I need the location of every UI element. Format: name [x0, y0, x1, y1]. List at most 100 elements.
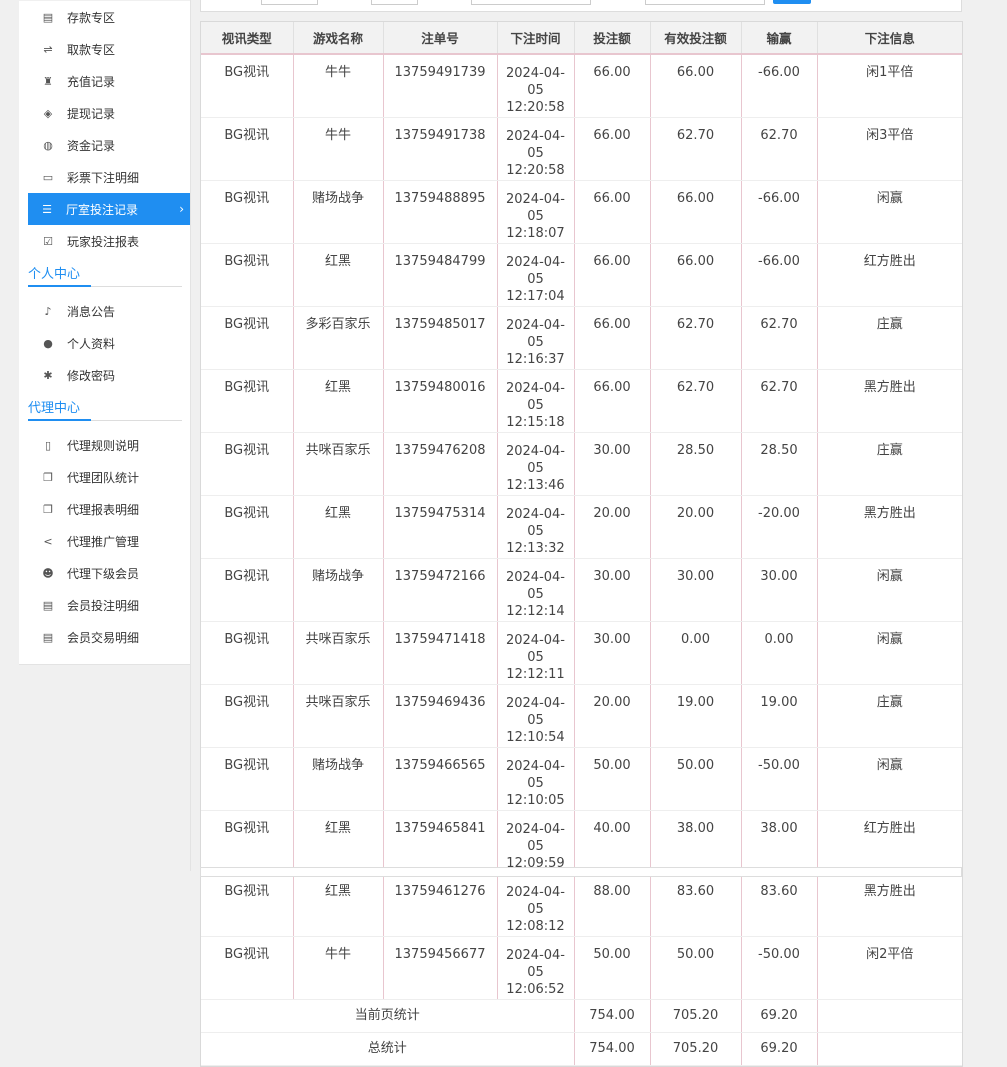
bet-date: 2024-04-05	[505, 192, 565, 224]
table-cell: BG视讯	[201, 369, 294, 433]
user-icon: ●	[43, 336, 53, 350]
moneybag-icon: ♜	[43, 74, 53, 88]
bet-date: 2024-04-05	[505, 318, 565, 350]
table-cell: 共咪百家乐	[293, 684, 384, 748]
bet-clock: 12:16:37	[506, 352, 565, 367]
summary-empty	[817, 1032, 962, 1066]
summary-valid: 705.20	[650, 1032, 742, 1066]
column-header[interactable]: 视讯类型	[201, 22, 294, 55]
bet-date: 2024-04-05	[505, 66, 565, 98]
bet-date: 2024-04-05	[505, 948, 565, 980]
table-cell: 38.00	[741, 810, 818, 874]
sidebar-item[interactable]: ☰ 厅室投注记录 ›	[28, 193, 190, 225]
table-cell: 13759472166	[383, 558, 498, 622]
table-row: BG视讯 红黑 13759475314 2024-04-05 12:13:32 20.00…	[201, 495, 962, 559]
table-cell: 庄赢	[817, 684, 962, 748]
section-divider-accent	[28, 419, 91, 421]
sidebar-item-label: 取款专区	[67, 42, 116, 57]
table-cell: 62.70	[650, 117, 742, 181]
sidebar-item[interactable]: ☑ 玩家投注报表	[19, 225, 190, 257]
sidebar-item[interactable]: ❐ 代理报表明细	[19, 493, 190, 525]
sidebar-item[interactable]: ● 个人资料	[19, 327, 190, 359]
table-cell: 62.70	[650, 306, 742, 370]
table-row: BG视讯 共咪百家乐 13759476208 2024-04-05 12:13:46 30…	[201, 432, 962, 496]
sidebar-item[interactable]: ✱ 修改密码	[19, 359, 190, 391]
bet-clock: 12:10:05	[506, 793, 565, 808]
table-cell: BG视讯	[201, 621, 294, 685]
table-cell: 13759471418	[383, 621, 498, 685]
tag-icon: ◈	[43, 106, 53, 120]
table-cell: 13759491739	[383, 54, 498, 118]
column-header[interactable]: 输赢	[741, 22, 818, 55]
withdraw-icon: ⇌	[43, 42, 53, 56]
sidebar-item[interactable]: ▤ 会员交易明细	[19, 621, 190, 653]
sidebar-item[interactable]: ▤ 存款专区	[19, 1, 190, 33]
column-header[interactable]: 投注额	[574, 22, 651, 55]
table-cell: 赌场战争	[293, 180, 384, 244]
bet-time-cell: 2024-04-05 12:20:58	[497, 117, 575, 181]
table-cell: 红黑	[293, 369, 384, 433]
sidebar-item[interactable]: ❐ 代理团队统计	[19, 461, 190, 493]
sidebar-item[interactable]: ▭ 彩票下注明细	[19, 161, 190, 193]
sidebar-item[interactable]: < 代理推广管理	[19, 525, 190, 557]
sidebar-item-label: 充值记录	[67, 74, 116, 89]
menu-list: ▤ 存款专区 ⇌ 取款专区 ♜ 充值记录 ◈ 提现记录 ◍ 资金记录 ▭ 彩票下注明细 ☰ 厅室投注记录 ›…	[19, 1, 190, 257]
bet-date: 2024-04-05	[505, 633, 565, 665]
table-cell: 83.60	[741, 873, 818, 937]
sidebar-item[interactable]: ▯ 代理规则说明	[19, 429, 190, 461]
table-cell: 0.00	[650, 621, 742, 685]
table-cell: 13759465841	[383, 810, 498, 874]
end-date-input[interactable]	[371, 0, 418, 5]
column-header[interactable]: 游戏名称	[293, 22, 384, 55]
column-header[interactable]: 有效投注额	[650, 22, 742, 55]
table-cell: 62.70	[741, 369, 818, 433]
table-cell: -66.00	[741, 243, 818, 307]
sidebar-item[interactable]: ♪ 消息公告	[19, 295, 190, 327]
table-cell: 66.00	[574, 369, 651, 433]
table-cell: 28.50	[741, 432, 818, 496]
table-cell: 闲2平倍	[817, 936, 962, 1000]
table-cell: BG视讯	[201, 873, 294, 937]
table-row: BG视讯 牛牛 13759491739 2024-04-05 12:20:58 66.00…	[201, 54, 962, 118]
summary-empty	[817, 999, 962, 1033]
sidebar-item[interactable]: ⇌ 取款专区	[19, 33, 190, 65]
table-cell: 13759476208	[383, 432, 498, 496]
sidebar-panel: ▤ 存款专区 ⇌ 取款专区 ♜ 充值记录 ◈ 提现记录 ◍ 资金记录 ▭ 彩票下注明细 ☰ 厅室投注记录 ›…	[19, 1, 190, 665]
main-content: 视讯类型 游戏名称 注单号 下注时间 投注额 有效投注额 输赢 下注信息 BG视讯 牛牛 1375…	[200, 0, 963, 1067]
table-cell: 庄赢	[817, 432, 962, 496]
sidebar-item[interactable]: ♜ 充值记录	[19, 65, 190, 97]
column-header[interactable]: 注单号	[383, 22, 498, 55]
section-header: 代理中心	[19, 391, 190, 421]
table-cell: 红黑	[293, 873, 384, 937]
sidebar-item-label: 消息公告	[67, 304, 116, 319]
sidebar-item[interactable]: ▤ 会员投注明细	[19, 589, 190, 621]
table-row: BG视讯 赌场战争 13759472166 2024-04-05 12:12:14 30.…	[201, 558, 962, 622]
sidebar-item[interactable]: ◍ 资金记录	[19, 129, 190, 161]
bet-time-cell: 2024-04-05 12:20:58	[497, 54, 575, 118]
sidebar-item-label: 提现记录	[67, 106, 116, 121]
bet-time-cell: 2024-04-05 12:17:04	[497, 243, 575, 307]
summary-row: 当前页统计 754.00 705.20 69.20	[201, 999, 962, 1033]
column-header[interactable]: 下注时间	[497, 22, 575, 55]
table-cell: -50.00	[741, 936, 818, 1000]
users-icon: ☻	[42, 566, 54, 580]
column-header[interactable]: 下注信息	[817, 22, 962, 55]
search-button[interactable]	[773, 0, 811, 4]
table-cell: 20.00	[574, 684, 651, 748]
sidebar-item[interactable]: ◈ 提现记录	[19, 97, 190, 129]
copy-icon: ❐	[43, 502, 53, 516]
filter-select[interactable]	[471, 0, 591, 5]
filter-select-2[interactable]	[645, 0, 765, 5]
report-icon: ☑	[43, 234, 53, 248]
table-cell: 红黑	[293, 243, 384, 307]
table-header-row: 视讯类型 游戏名称 注单号 下注时间 投注额 有效投注额 输赢 下注信息	[201, 22, 962, 55]
summary-label: 当前页统计	[201, 999, 575, 1033]
table-cell: 83.60	[650, 873, 742, 937]
table-cell: BG视讯	[201, 558, 294, 622]
sidebar-item-label: 修改密码	[67, 368, 116, 383]
sidebar-item[interactable]: ☻ 代理下级会员	[19, 557, 190, 589]
table-cell: 闲赢	[817, 747, 962, 811]
sidebar-item-label: 代理下级会员	[67, 566, 140, 581]
table-cell: 13759475314	[383, 495, 498, 559]
start-date-input[interactable]	[261, 0, 318, 5]
